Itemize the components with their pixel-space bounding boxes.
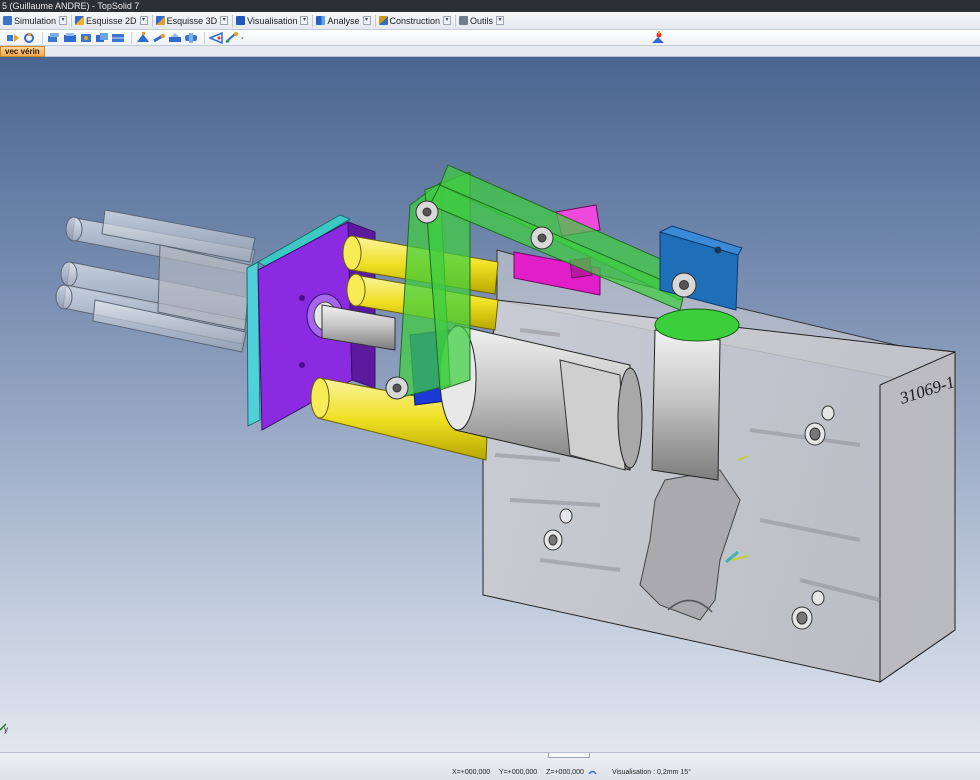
tab-visualisation-label: Visualisation — [247, 15, 298, 26]
tab-esquisse-3d[interactable]: Esquisse 3D ▾ — [153, 13, 233, 29]
tab-outils[interactable]: Outils ▾ — [456, 13, 508, 29]
window-title-bar: 5 (Guillaume ANDRE) - TopSolid 7 — [0, 0, 980, 12]
chevron-down-icon[interactable]: ▾ — [139, 16, 148, 25]
tab-construction[interactable]: Construction ▾ — [376, 13, 456, 29]
simulation-tool-icon[interactable] — [6, 32, 20, 44]
part-tool-icon[interactable] — [47, 32, 61, 44]
chevron-down-icon[interactable]: ▾ — [300, 16, 309, 25]
green-ring[interactable] — [654, 308, 740, 342]
constraint-tool-icon[interactable] — [168, 32, 182, 44]
visualisation-status: Visualisation : 0,2mm 15° — [612, 769, 691, 776]
construction-icon — [378, 16, 388, 25]
chevron-down-icon[interactable]: ▾ — [362, 16, 371, 25]
orientation-icon[interactable] — [650, 31, 666, 45]
document-tab-label: vec vérin — [5, 47, 40, 56]
duplicate-tool-icon[interactable] — [95, 32, 109, 44]
axis-label-y: y — [4, 725, 8, 734]
dropdown-tool-icon[interactable] — [241, 32, 247, 44]
measure-tool-icon[interactable] — [225, 31, 239, 44]
motion-tool-icon[interactable] — [184, 32, 198, 44]
toolbar-separator — [204, 31, 205, 44]
tab-analyse-label: Analyse — [327, 15, 360, 26]
rotate-tool-icon[interactable] — [22, 32, 36, 44]
window-title: 5 (Guillaume ANDRE) - TopSolid 7 — [2, 1, 140, 11]
coord-z: Z=+000,000 — [546, 769, 584, 776]
tab-outils-label: Outils — [470, 15, 494, 26]
tab-analyse[interactable]: Analyse ▾ — [313, 13, 374, 29]
tab-construction-label: Construction — [389, 15, 441, 26]
coord-x: X=+000,000 — [452, 769, 491, 776]
toolbar-separator — [131, 31, 132, 44]
mold-assembly-drawing: 31069-1 y — [0, 164, 957, 734]
document-tab[interactable]: vec vérin — [0, 46, 45, 57]
pattern-tool-icon[interactable] — [111, 32, 125, 44]
analyse-icon — [316, 16, 326, 25]
pin-tool-icon[interactable] — [152, 32, 166, 44]
tools-icon — [459, 16, 469, 25]
toolbar — [0, 30, 980, 46]
panel-grip[interactable] — [548, 753, 590, 758]
tab-esquisse-2d[interactable]: Esquisse 2D ▾ — [72, 13, 152, 29]
toolbar-separator — [42, 31, 43, 44]
ribbon-tab-row: Simulation ▾ Esquisse 2D ▾ Esquisse 3D ▾… — [0, 12, 980, 30]
status-bar: X=+000,000 Y=+000,000 Z=+000,000 Visuali… — [0, 752, 980, 780]
document-tab-bar: vec vérin — [0, 46, 980, 57]
sketch-tool-icon[interactable] — [136, 31, 150, 44]
chevron-down-icon[interactable]: ▾ — [59, 16, 68, 25]
simulation-icon — [3, 16, 12, 25]
chevron-down-icon[interactable]: ▾ — [496, 16, 505, 25]
ghost-cylinders — [55, 209, 256, 353]
view-tool-icon[interactable] — [209, 31, 223, 44]
visualisation-icon — [236, 16, 246, 25]
ejector-tube[interactable] — [651, 329, 721, 481]
coordinate-readout: X=+000,000 Y=+000,000 Z=+000,000 — [452, 769, 591, 776]
tab-esquisse-3d-label: Esquisse 3D — [166, 15, 218, 26]
tab-simulation-label: Simulation — [14, 15, 57, 26]
chevron-down-icon[interactable]: ▾ — [443, 16, 452, 25]
sketch-2d-icon — [75, 16, 85, 25]
coord-y: Y=+000,000 — [498, 769, 538, 776]
visualisation-status-icon[interactable] — [588, 768, 597, 777]
sketch-3d-icon — [155, 16, 165, 25]
tab-simulation[interactable]: Simulation ▾ — [0, 13, 71, 29]
feature-tool-icon[interactable] — [79, 32, 93, 44]
chevron-down-icon[interactable]: ▾ — [220, 16, 229, 25]
tab-esquisse-2d-label: Esquisse 2D — [86, 15, 137, 26]
assembly-tool-icon[interactable] — [63, 32, 77, 44]
tab-visualisation[interactable]: Visualisation ▾ — [233, 13, 312, 29]
3d-viewport[interactable]: 31069-1 y — [0, 57, 980, 752]
